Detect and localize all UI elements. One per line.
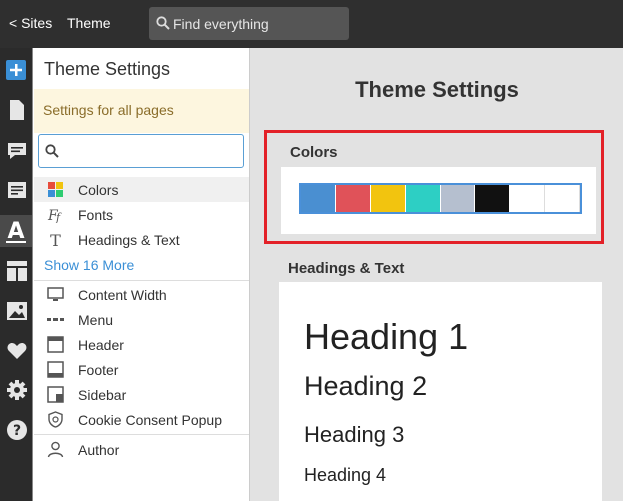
theme-preview: Theme Settings Colors Headings & Text He… bbox=[249, 48, 623, 501]
svg-text:T: T bbox=[50, 231, 61, 248]
theme-settings-panel: Theme Settings Settings for all pages Co… bbox=[32, 48, 249, 501]
color-swatch[interactable] bbox=[370, 185, 406, 212]
sidebar-icon bbox=[47, 386, 64, 403]
settings-search-input[interactable] bbox=[38, 134, 244, 168]
menu-item-label: Colors bbox=[78, 182, 119, 198]
color-palette[interactable] bbox=[299, 183, 582, 214]
preview-title: Theme Settings bbox=[355, 77, 519, 102]
layout-icon[interactable] bbox=[6, 260, 28, 282]
color-swatch[interactable] bbox=[545, 185, 580, 212]
menu-item-footer[interactable]: Footer bbox=[34, 357, 249, 382]
color-swatch[interactable] bbox=[405, 185, 441, 212]
image-icon[interactable] bbox=[6, 300, 28, 322]
color-swatch[interactable] bbox=[510, 185, 546, 212]
cookie-icon bbox=[48, 411, 63, 428]
heading-4-sample: Heading 4 bbox=[304, 465, 387, 485]
menu-item-label: Headings & Text bbox=[78, 232, 180, 248]
colors-icon bbox=[48, 182, 63, 197]
panel-title: Theme Settings bbox=[44, 59, 171, 79]
monitor-icon bbox=[47, 287, 64, 301]
menu-item-content-width[interactable]: Content Width bbox=[34, 282, 249, 307]
footer-icon bbox=[47, 361, 64, 378]
svg-text:A: A bbox=[7, 219, 24, 244]
comment-icon[interactable] bbox=[6, 140, 28, 162]
colors-card[interactable] bbox=[281, 167, 596, 234]
settings-scope-note: Settings for all pages bbox=[34, 89, 249, 133]
menu-item-sidebar[interactable]: Sidebar bbox=[34, 382, 249, 407]
menu-item-header[interactable]: Header bbox=[34, 332, 249, 357]
menu-item-label: Menu bbox=[78, 312, 114, 328]
color-swatch[interactable] bbox=[475, 185, 511, 212]
menu-item-fonts[interactable]: F f Fonts bbox=[34, 202, 249, 227]
left-icon-rail: A ? bbox=[0, 48, 32, 501]
menu-item-author[interactable]: Author bbox=[34, 437, 249, 462]
divider bbox=[34, 434, 249, 435]
svg-text:?: ? bbox=[13, 423, 21, 439]
search-icon bbox=[45, 144, 59, 158]
heading-1-sample: Heading 1 bbox=[304, 316, 469, 357]
back-to-sites-link[interactable]: < Sites bbox=[9, 15, 52, 31]
help-icon[interactable]: ? bbox=[6, 419, 28, 441]
heart-icon[interactable] bbox=[6, 340, 28, 362]
heading-2-sample: Heading 2 bbox=[304, 371, 428, 401]
headings-section-label: Headings & Text bbox=[288, 260, 405, 277]
menu-item-label: Footer bbox=[78, 362, 119, 378]
search-icon bbox=[156, 16, 170, 30]
plus-icon[interactable] bbox=[6, 60, 28, 82]
breadcrumb-theme: Theme bbox=[67, 15, 111, 31]
color-swatch[interactable] bbox=[440, 185, 476, 212]
menu-item-label: Cookie Consent Popup bbox=[78, 412, 222, 428]
menu-item-menu[interactable]: Menu bbox=[34, 307, 249, 332]
color-swatch[interactable] bbox=[335, 185, 371, 212]
svg-text:f: f bbox=[55, 211, 62, 223]
gear-icon[interactable] bbox=[6, 379, 28, 401]
menu-item-label: Header bbox=[78, 337, 124, 353]
colors-section-highlight: Colors bbox=[264, 130, 604, 244]
form-icon[interactable] bbox=[6, 179, 28, 201]
theme-icon[interactable]: A bbox=[0, 215, 32, 247]
menu-item-label: Content Width bbox=[78, 287, 167, 303]
menu-item-cookie-consent[interactable]: Cookie Consent Popup bbox=[34, 407, 249, 432]
menu-item-label: Author bbox=[78, 442, 120, 458]
headings-card[interactable]: Heading 1 Heading 2 Heading 3 Heading 4 bbox=[279, 282, 602, 501]
text-icon: T bbox=[50, 231, 61, 248]
menu-item-label: Sidebar bbox=[78, 387, 127, 403]
menu-icon bbox=[47, 318, 64, 321]
colors-section-label: Colors bbox=[290, 144, 338, 161]
menu-item-label: Fonts bbox=[78, 207, 114, 223]
page-icon[interactable] bbox=[6, 99, 28, 121]
heading-3-sample: Heading 3 bbox=[304, 422, 405, 447]
header-icon bbox=[47, 336, 64, 353]
top-bar: < Sites Theme Find everything bbox=[0, 0, 623, 48]
fonts-icon: F f bbox=[47, 208, 62, 223]
menu-item-colors[interactable]: Colors bbox=[34, 177, 249, 202]
settings-scope-text: Settings for all pages bbox=[43, 102, 174, 118]
show-more-link[interactable]: Show 16 More bbox=[44, 257, 134, 273]
divider bbox=[34, 280, 249, 281]
user-icon bbox=[47, 441, 64, 458]
global-search-placeholder: Find everything bbox=[173, 16, 269, 32]
menu-item-headings-text[interactable]: T Headings & Text bbox=[34, 227, 249, 252]
color-swatch[interactable] bbox=[301, 185, 336, 212]
global-search-input[interactable]: Find everything bbox=[149, 7, 349, 40]
